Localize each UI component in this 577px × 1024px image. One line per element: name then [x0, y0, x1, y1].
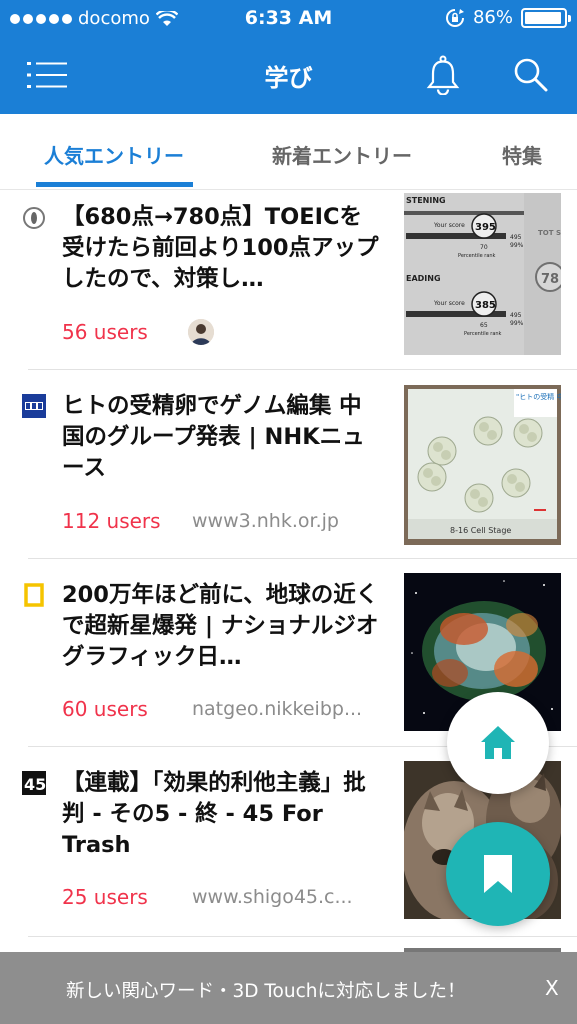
toeic-reading-text: EADING [406, 274, 441, 283]
banner-close-button[interactable]: X [545, 976, 559, 1000]
bookmark-count[interactable]: 60 users [62, 697, 148, 721]
toeic-65: 65 [480, 322, 488, 329]
bookmark-count[interactable]: 56 users [62, 320, 148, 344]
natgeo-favicon-icon [24, 583, 44, 607]
nhk-favicon-icon [22, 394, 46, 418]
bookmark-button[interactable] [446, 822, 550, 926]
app-header: docomo 6:33 AM 86% 学び [0, 0, 577, 114]
entry-domain: www3.nhk.or.jp [192, 510, 339, 532]
toeic-495-1: 495 [510, 234, 522, 241]
orientation-lock-icon [446, 8, 464, 27]
shigo45-favicon-icon: 45 [22, 771, 46, 795]
toeic-your-score-1: Your score [433, 222, 465, 229]
nav-bar: 学び [0, 38, 577, 114]
svg-text:45: 45 [24, 775, 46, 794]
battery-percent: 86% [472, 7, 513, 28]
toeic-rank-2: Percentile rank [464, 331, 502, 337]
tab-new[interactable]: 新着エントリー [272, 140, 412, 169]
nhk-thumb-caption: 8-16 Cell Stage [450, 526, 511, 535]
bookmark-count[interactable]: 112 users [62, 509, 161, 533]
tab-popular[interactable]: 人気エントリー [44, 140, 184, 169]
avatar [188, 319, 214, 345]
search-button[interactable] [508, 52, 554, 98]
entry-title[interactable]: 【680点→780点】TOEICを受けたら前回より100点アップしたので、対策し… [62, 202, 380, 295]
entry-domain: www.shigo45.c... [192, 886, 353, 908]
toeic-listening-text: STENING [406, 196, 446, 205]
entry-title[interactable]: 【連載】「効果的利他主義」批判 - その5 - 終 - 45 For Trash [62, 768, 380, 861]
announcement-banner[interactable]: 新しい関心ワード・3D Touchに対応しました！ X [0, 952, 577, 1024]
toeic-score-2: 385 [475, 300, 496, 311]
banner-text: 新しい関心ワード・3D Touchに対応しました！ [66, 981, 466, 1002]
tab-bar: 人気エントリー 新着エントリー 特集 [0, 114, 577, 190]
search-icon [514, 58, 548, 92]
list-item[interactable]: ヒトの受精卵でゲノム編集 中国のグループ発表 | NHKニュース 112 use… [0, 370, 577, 559]
toeic-99-2: 99% [510, 320, 524, 327]
active-tab-indicator [36, 182, 193, 187]
toeic-495-2: 495 [510, 312, 522, 319]
bookmark-icon [484, 855, 512, 893]
bell-icon [426, 55, 460, 95]
home-button[interactable] [447, 692, 549, 794]
entry-thumbnail[interactable]: STENING Your score 395 70 Percentile ran… [404, 193, 561, 355]
tab-featured[interactable]: 特集 [502, 140, 542, 169]
toeic-rank-1: Percentile rank [458, 253, 496, 259]
divider [28, 936, 577, 937]
entry-title[interactable]: ヒトの受精卵でゲノム編集 中国のグループ発表 | NHKニュース [62, 391, 380, 484]
toeic-99-1: 99% [510, 242, 524, 249]
entry-thumbnail[interactable]: "ヒトの受精 中国の研 8-16 Cell Stage [404, 385, 561, 545]
list-item[interactable]: 【680点→780点】TOEICを受けたら前回より100点アップしたので、対策し… [0, 190, 577, 370]
bookmark-count[interactable]: 25 users [62, 885, 148, 909]
notifications-button[interactable] [420, 52, 466, 98]
entry-domain: natgeo.nikkeibp... [192, 698, 363, 720]
battery-icon [521, 7, 571, 28]
toeic-score-1: 395 [475, 222, 496, 233]
status-bar: docomo 6:33 AM 86% [0, 0, 577, 38]
toeic-your-score-2: Your score [433, 300, 465, 307]
entry-title[interactable]: 200万年ほど前に、地球の近くで超新星爆発 | ナショナルジオグラフィック日… [62, 580, 380, 673]
page-title: 学び [264, 64, 313, 92]
nhk-thumb-label: "ヒトの受精 中国の研 [516, 392, 561, 401]
home-icon [481, 726, 515, 759]
site-favicon-icon [23, 207, 45, 229]
toeic-70: 70 [480, 244, 488, 251]
